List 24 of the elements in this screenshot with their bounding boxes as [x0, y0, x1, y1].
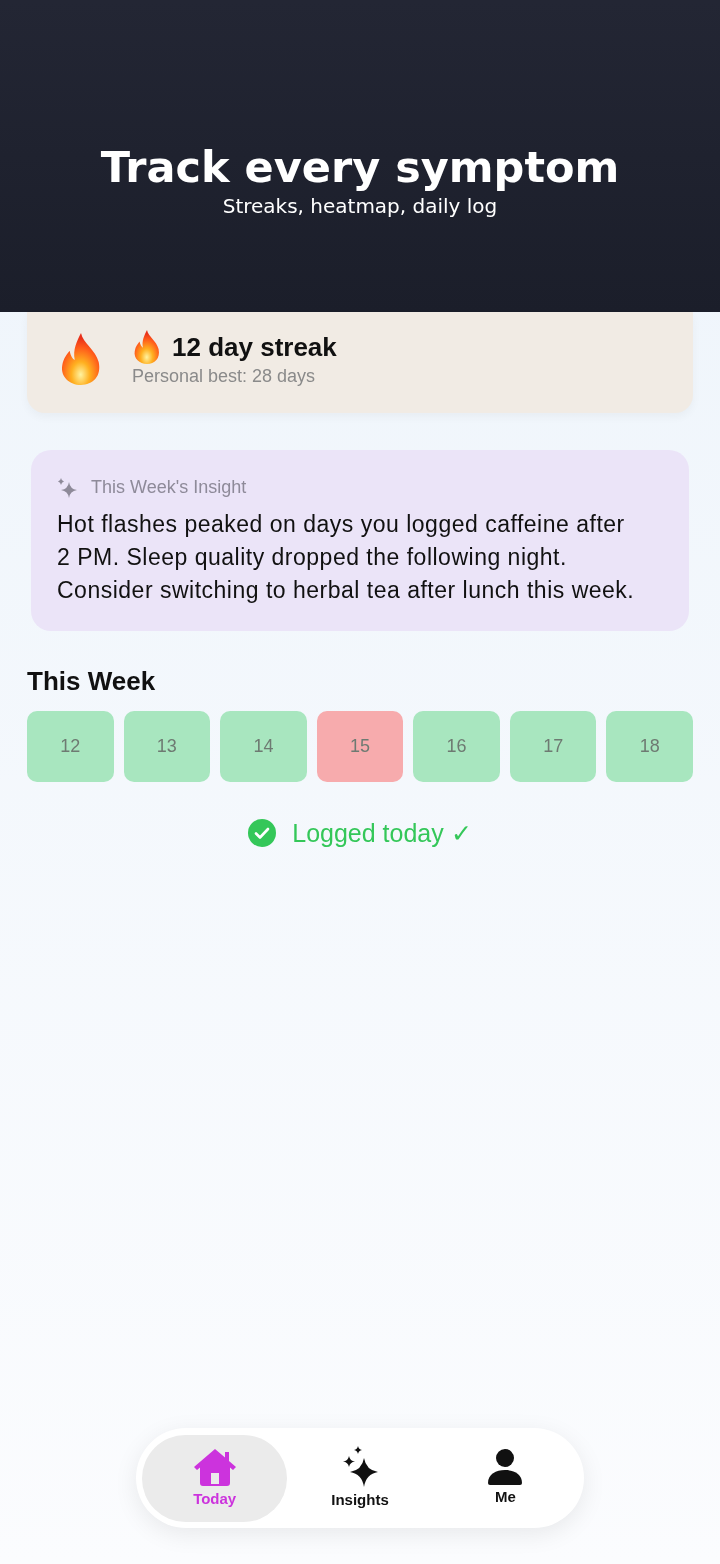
- day-tile[interactable]: 17: [509, 711, 597, 782]
- small-fire-icon: [132, 329, 162, 364]
- day-tile[interactable]: 18: [606, 711, 694, 782]
- check-circle-icon: [248, 819, 277, 847]
- day-tile[interactable]: 14: [220, 711, 307, 782]
- hero-subtitle: Streaks, heatmap, daily log: [222, 194, 498, 218]
- week-title: This Week: [27, 665, 156, 697]
- streak-subtitle: Personal best: 28 days: [132, 364, 317, 388]
- logged-status: Logged today ✓: [292, 818, 472, 849]
- tab-item[interactable]: Me: [432, 1434, 578, 1522]
- tab-item[interactable]: Insights: [287, 1434, 433, 1522]
- tab-item[interactable]: Today: [142, 1434, 288, 1522]
- hero-title: Track every symptom: [100, 141, 620, 194]
- sparkles-icon: [341, 1446, 379, 1488]
- day-tile[interactable]: 13: [123, 711, 211, 782]
- day-tile[interactable]: 15: [316, 711, 404, 782]
- insight-text: Hot flashes peaked on days you logged caffeine after 2 PM. Sleep quality dropped the following night. Consider switching to herbal tea after lunch this week.: [57, 510, 636, 605]
- person-icon: [488, 1449, 523, 1485]
- insight-label: This Week's Insight: [91, 476, 247, 499]
- day-tile[interactable]: 12: [27, 711, 114, 782]
- streak-title: 12 day streak: [172, 330, 337, 363]
- day-tile[interactable]: 16: [413, 711, 500, 782]
- sparkles-icon: [57, 476, 77, 498]
- fire-icon: [60, 332, 102, 385]
